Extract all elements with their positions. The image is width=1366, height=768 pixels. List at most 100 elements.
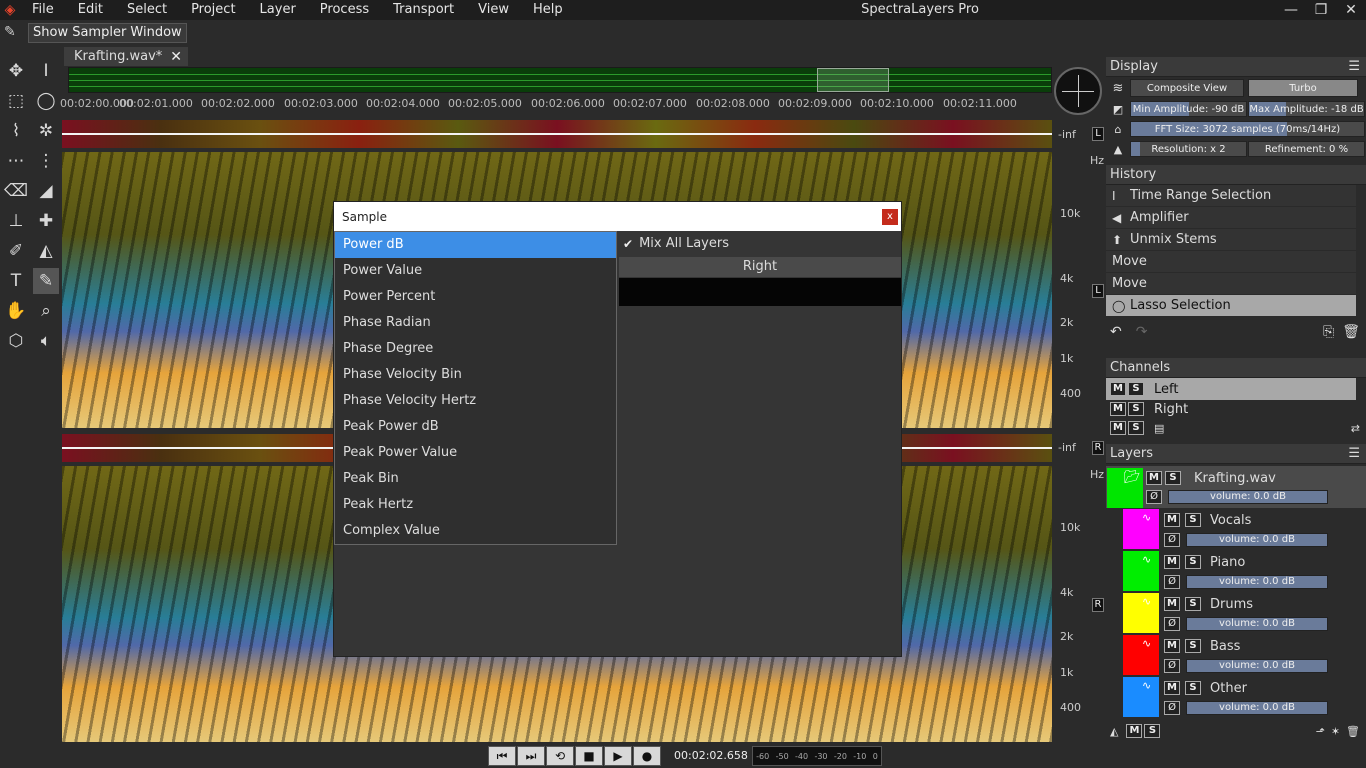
fill-bucket-icon[interactable]: ◭: [1110, 725, 1118, 738]
layer-color-swatch[interactable]: [1123, 677, 1159, 717]
dropdown-option[interactable]: Peak Bin: [335, 466, 616, 492]
new-layer-icon[interactable]: ⬏: [1316, 725, 1325, 738]
resolution-slider[interactable]: Resolution: x 2: [1130, 141, 1247, 157]
dropdown-option[interactable]: Phase Radian: [335, 310, 616, 336]
fill-tool-icon[interactable]: ◭: [33, 238, 59, 264]
swap-channels-icon[interactable]: ⇄: [1351, 422, 1360, 435]
copy-icon[interactable]: ⎘: [1323, 324, 1334, 340]
phase-button[interactable]: Ø: [1146, 490, 1162, 504]
min-amplitude-slider[interactable]: Min Amplitude: -90 dB: [1130, 101, 1247, 117]
menu-edit[interactable]: Edit: [66, 0, 115, 20]
history-item[interactable]: ⬆ Unmix Stems: [1106, 229, 1356, 251]
dropdown-option[interactable]: Power Percent: [335, 284, 616, 310]
unmix-layer-icon[interactable]: ✶: [1331, 725, 1340, 738]
loop-button[interactable]: ⟲: [546, 746, 574, 766]
phase-button[interactable]: Ø: [1164, 701, 1180, 715]
harmonic-tool-icon[interactable]: ⋯: [3, 148, 29, 174]
mute-all-button[interactable]: M: [1110, 421, 1126, 435]
history-item[interactable]: ◀ Amplifier: [1106, 207, 1356, 229]
sampler-tool-icon[interactable]: ✎: [33, 268, 59, 294]
time-select-tool-icon[interactable]: I: [33, 58, 59, 84]
undo-icon[interactable]: ↶: [1110, 324, 1122, 340]
volume-slider[interactable]: volume: 0.0 dB: [1186, 533, 1328, 547]
rect-select-tool-icon[interactable]: ⬚: [3, 88, 29, 114]
sampler-dropper-icon[interactable]: ✎: [4, 24, 22, 42]
menu-select[interactable]: Select: [115, 0, 179, 20]
mute-button[interactable]: M: [1164, 639, 1180, 653]
channel-list-icon[interactable]: ▤: [1154, 422, 1164, 435]
volume-slider[interactable]: volume: 0.0 dB: [1186, 659, 1328, 673]
pencil-tool-icon[interactable]: ✐: [3, 238, 29, 264]
menu-process[interactable]: Process: [308, 0, 381, 20]
layer-color-swatch[interactable]: [1123, 635, 1159, 675]
mute-all-layers-button[interactable]: M: [1126, 724, 1143, 738]
solo-button[interactable]: S: [1185, 555, 1201, 569]
menu-transport[interactable]: Transport: [381, 0, 466, 20]
layer-other[interactable]: ∿ M S Other Ø volume: 0.0 dB: [1106, 677, 1366, 719]
layer-color-swatch[interactable]: [1123, 551, 1159, 591]
layer-color-swatch[interactable]: [1123, 509, 1159, 549]
brush-select-tool-icon[interactable]: ⌇: [3, 118, 29, 144]
dropdown-option[interactable]: Power Value: [335, 258, 616, 284]
speaker-tool-icon[interactable]: 🔈︎: [33, 328, 59, 354]
solo-button[interactable]: S: [1128, 382, 1144, 396]
solo-button[interactable]: S: [1185, 681, 1201, 695]
dropdown-option[interactable]: Phase Degree: [335, 336, 616, 362]
magic-wand-tool-icon[interactable]: ✲: [33, 118, 59, 144]
history-item[interactable]: Move: [1106, 251, 1356, 273]
skip-start-button[interactable]: ⏮: [488, 746, 516, 766]
sample-type-dropdown[interactable]: Power dB Power Value Power Percent Phase…: [334, 231, 617, 545]
smart-eraser-tool-icon[interactable]: ◢: [33, 178, 59, 204]
play-button[interactable]: ▶: [604, 746, 632, 766]
skip-end-button[interactable]: ⏭: [517, 746, 545, 766]
phase-button[interactable]: Ø: [1164, 659, 1180, 673]
3d-view-tool-icon[interactable]: ⬡: [3, 328, 29, 354]
history-item-selected[interactable]: ◯ Lasso Selection: [1106, 295, 1356, 317]
menu-icon[interactable]: ☰: [1348, 446, 1360, 461]
menu-help[interactable]: Help: [521, 0, 575, 20]
dropdown-option[interactable]: Peak Hertz: [335, 492, 616, 518]
mute-button[interactable]: M: [1146, 471, 1162, 485]
phase-button[interactable]: Ø: [1164, 533, 1180, 547]
volume-slider[interactable]: volume: 0.0 dB: [1186, 617, 1328, 631]
maximize-button[interactable]: ❐: [1306, 0, 1336, 20]
menu-icon[interactable]: ☰: [1348, 59, 1360, 74]
dropdown-option[interactable]: Complex Value: [335, 518, 616, 544]
waveform-left[interactable]: [62, 120, 1052, 148]
volume-slider[interactable]: volume: 0.0 dB: [1168, 490, 1328, 504]
trash-icon[interactable]: 🗑︎: [1342, 324, 1360, 340]
layer-color-swatch[interactable]: [1123, 593, 1159, 633]
solo-button[interactable]: S: [1185, 639, 1201, 653]
history-item[interactable]: I Time Range Selection: [1106, 185, 1356, 207]
mute-button[interactable]: M: [1110, 402, 1126, 416]
volume-slider[interactable]: volume: 0.0 dB: [1186, 575, 1328, 589]
dropdown-option[interactable]: Phase Velocity Hertz: [335, 388, 616, 414]
marker-tool-icon[interactable]: ⋮: [33, 148, 59, 174]
menu-file[interactable]: File: [20, 0, 66, 20]
layer-vocals[interactable]: ∿ M S Vocals Ø volume: 0.0 dB: [1106, 509, 1366, 551]
solo-all-button[interactable]: S: [1128, 421, 1144, 435]
dropdown-option[interactable]: Phase Velocity Bin: [335, 362, 616, 388]
mute-button[interactable]: M: [1110, 382, 1126, 396]
solo-button[interactable]: S: [1165, 471, 1181, 485]
dropdown-option[interactable]: Peak Power dB: [335, 414, 616, 440]
channel-row-left[interactable]: M S Left: [1106, 378, 1356, 400]
mute-button[interactable]: M: [1164, 555, 1180, 569]
dialog-close-button[interactable]: x: [882, 209, 898, 225]
dropdown-option[interactable]: Peak Power Value: [335, 440, 616, 466]
minimize-button[interactable]: —: [1276, 0, 1306, 20]
close-window-button[interactable]: ✕: [1336, 0, 1366, 20]
menu-project[interactable]: Project: [179, 0, 247, 20]
mute-button[interactable]: M: [1164, 597, 1180, 611]
colormap-select[interactable]: Turbo: [1248, 79, 1358, 97]
mute-button[interactable]: M: [1164, 513, 1180, 527]
zoom-tool-icon[interactable]: ⌕: [33, 298, 59, 324]
solo-button[interactable]: S: [1128, 402, 1144, 416]
delete-layer-icon[interactable]: 🗑︎: [1346, 725, 1360, 738]
record-button[interactable]: ●: [633, 746, 661, 766]
menu-view[interactable]: View: [466, 0, 521, 20]
eraser-tool-icon[interactable]: ⌫: [3, 178, 29, 204]
solo-button[interactable]: S: [1185, 597, 1201, 611]
channel-row-right[interactable]: M S Right: [1106, 400, 1356, 418]
view-mode-button[interactable]: Composite View: [1130, 79, 1244, 97]
